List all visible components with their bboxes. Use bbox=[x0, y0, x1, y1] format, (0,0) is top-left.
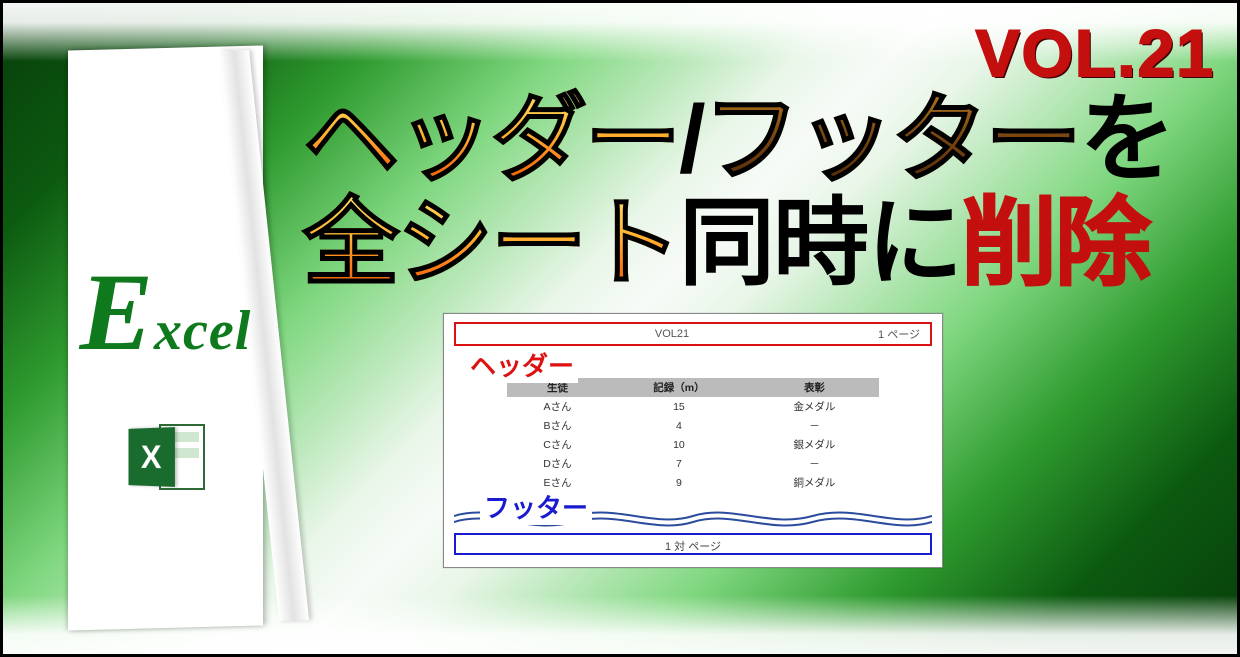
table-row: Dさん 7 － bbox=[507, 454, 880, 473]
headline-row-2: 全シート同時に削除 bbox=[303, 192, 1203, 296]
headline-douji: 同時 bbox=[679, 190, 867, 297]
preview-footer-box: 1 対 ページ bbox=[454, 533, 932, 555]
preview-header-box: VOL21 1 ページ bbox=[454, 322, 932, 346]
cell-name: Bさん bbox=[507, 416, 609, 435]
book-panel: Excel X bbox=[68, 45, 263, 630]
cell-name: Cさん bbox=[507, 435, 609, 454]
cell-score: 4 bbox=[608, 416, 749, 435]
table-wrap: 生徒 記録（m） 表彰 Aさん 15 金メダル Bさん 4 － bbox=[507, 378, 880, 492]
cell-award: 銅メダル bbox=[749, 473, 879, 492]
thumbnail-frame: Excel X VOL.21 ヘッダー/フッターを 全シート同時に削除 VOL2… bbox=[0, 0, 1240, 657]
headline: ヘッダー/フッターを 全シート同時に削除 bbox=[303, 88, 1203, 295]
headline-ni: に bbox=[867, 190, 961, 297]
page-preview: VOL21 1 ページ ヘッダー 砲丸投げ 生徒 記録（m） 表彰 Aさん 15 bbox=[443, 313, 943, 568]
table-caption: 砲丸投げ bbox=[518, 352, 932, 368]
col-score: 記録（m） bbox=[608, 378, 749, 397]
cell-award: 銀メダル bbox=[749, 435, 879, 454]
excel-icon-x: X bbox=[128, 427, 174, 487]
table-row: Aさん 15 金メダル bbox=[507, 397, 880, 416]
col-award: 表彰 bbox=[749, 378, 879, 397]
excel-wordmark-initial: E bbox=[80, 268, 154, 356]
headline-allsheets: 全シート bbox=[303, 190, 679, 297]
cell-name: Dさん bbox=[507, 454, 609, 473]
cell-score: 9 bbox=[608, 473, 749, 492]
cell-award: － bbox=[749, 454, 879, 473]
volume-label: VOL.21 bbox=[976, 15, 1215, 91]
table-row: Bさん 4 － bbox=[507, 416, 880, 435]
cell-score: 7 bbox=[608, 454, 749, 473]
header-label: ヘッダー bbox=[466, 346, 578, 383]
cell-score: 10 bbox=[608, 435, 749, 454]
preview-header-right: 1 ページ bbox=[878, 326, 920, 342]
headline-delete: 削除 bbox=[961, 190, 1149, 297]
footer-label: フッター bbox=[480, 488, 592, 525]
cell-name: Aさん bbox=[507, 397, 609, 416]
headline-footer-word: フッター bbox=[704, 86, 1080, 193]
cell-score: 15 bbox=[608, 397, 749, 416]
headline-slash: / bbox=[679, 86, 704, 193]
excel-wordmark-rest: xcel bbox=[154, 299, 251, 363]
headline-row-1: ヘッダー/フッターを bbox=[303, 88, 1203, 192]
preview-header-center: VOL21 bbox=[466, 328, 878, 340]
headline-wo: を bbox=[1080, 86, 1174, 193]
excel-wordmark: Excel bbox=[80, 268, 252, 363]
cell-award: 金メダル bbox=[749, 397, 879, 416]
preview-footer-text: 1 対 ページ bbox=[665, 541, 721, 553]
excel-icon: X bbox=[127, 418, 205, 496]
headline-header-word: ヘッダー bbox=[303, 86, 679, 193]
cell-award: － bbox=[749, 416, 879, 435]
data-table: 生徒 記録（m） 表彰 Aさん 15 金メダル Bさん 4 － bbox=[507, 378, 880, 492]
table-row: Cさん 10 銀メダル bbox=[507, 435, 880, 454]
